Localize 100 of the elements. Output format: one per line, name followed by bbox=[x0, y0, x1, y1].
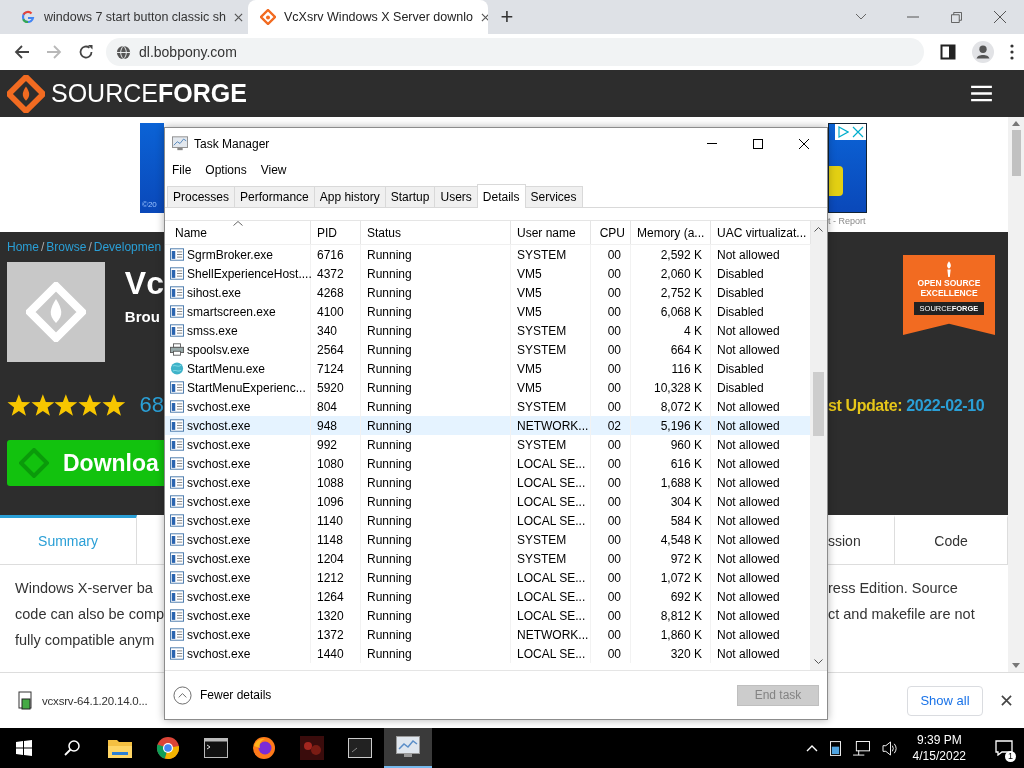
tab[interactable]: Processes bbox=[167, 186, 236, 207]
table-cell: 5,196 K bbox=[631, 416, 711, 435]
menu-icon[interactable] bbox=[971, 85, 992, 102]
table-cell: LOCAL SE... bbox=[511, 568, 591, 587]
window-icon bbox=[170, 267, 184, 280]
column-header[interactable]: User name bbox=[511, 221, 591, 244]
more-icon[interactable] bbox=[1010, 44, 1014, 60]
menu-item[interactable]: File bbox=[172, 163, 192, 177]
taskbar-app[interactable] bbox=[384, 728, 432, 768]
table-cell: NETWORK... bbox=[511, 416, 591, 435]
table-cell: Running bbox=[361, 625, 511, 644]
show-all-button[interactable]: Show all bbox=[907, 685, 983, 716]
window-icon bbox=[170, 571, 184, 584]
column-header[interactable]: Status bbox=[361, 221, 511, 244]
tab[interactable]: Performance bbox=[234, 186, 315, 207]
description-text: ct and makefile are not bbox=[828, 605, 976, 624]
table-cell: LOCAL SE... bbox=[511, 587, 591, 606]
table-cell: 4100 bbox=[311, 302, 361, 321]
tab[interactable]: Users bbox=[434, 186, 478, 207]
fewer-details-button[interactable]: Fewer details bbox=[173, 685, 272, 705]
volume-icon[interactable] bbox=[881, 740, 899, 756]
window-icon bbox=[170, 647, 184, 660]
table-cell: 960 K bbox=[631, 435, 711, 454]
breadcrumb-link[interactable]: Browse bbox=[46, 240, 87, 254]
tab[interactable]: Startup bbox=[384, 186, 436, 207]
review-count[interactable]: 68 bbox=[139, 392, 164, 418]
window-icon bbox=[170, 628, 184, 641]
table-cell: 4372 bbox=[311, 264, 361, 283]
table-cell: 00 bbox=[591, 473, 631, 492]
chevron-down-icon[interactable] bbox=[855, 13, 867, 21]
breadcrumb-link[interactable]: Developmen bbox=[93, 240, 162, 254]
process-name: svchost.exe bbox=[187, 532, 251, 547]
column-header[interactable]: Memory (a... bbox=[631, 221, 711, 244]
tab[interactable]: App history bbox=[313, 186, 386, 207]
column-header[interactable]: CPU bbox=[591, 221, 631, 244]
breadcrumb-link[interactable]: Home bbox=[7, 240, 39, 254]
play-icon[interactable] bbox=[837, 126, 849, 138]
scrollbar[interactable] bbox=[1008, 117, 1024, 672]
table-cell: Running bbox=[361, 473, 511, 492]
address-field[interactable]: dl.bobpony.com bbox=[106, 38, 924, 66]
tab[interactable]: Services bbox=[524, 186, 583, 207]
scroll-thumb[interactable] bbox=[813, 372, 824, 436]
back-icon[interactable] bbox=[14, 44, 30, 60]
scroll-down-icon[interactable] bbox=[1012, 663, 1020, 668]
window-icon bbox=[170, 476, 184, 489]
table-cell: 1440 bbox=[311, 644, 361, 663]
column-header[interactable]: PID bbox=[311, 221, 361, 244]
diamond-flame-icon bbox=[25, 282, 86, 342]
avatar-icon[interactable] bbox=[972, 41, 994, 63]
table-cell: 00 bbox=[591, 492, 631, 511]
download-file-name[interactable]: vcxsrv-64.1.20.14.0... bbox=[42, 694, 148, 707]
close-icon[interactable] bbox=[234, 12, 244, 22]
restore-icon[interactable] bbox=[951, 11, 962, 23]
table-cell: Running bbox=[361, 321, 511, 340]
column-header[interactable]: Name bbox=[165, 221, 311, 244]
table-cell: 00 bbox=[591, 549, 631, 568]
close-icon[interactable] bbox=[994, 11, 1006, 23]
chevron-up-icon[interactable] bbox=[805, 744, 818, 752]
scrollbar[interactable] bbox=[810, 221, 827, 670]
notification-button[interactable]: 1 bbox=[984, 728, 1024, 768]
search-icon bbox=[64, 740, 80, 756]
close-icon[interactable] bbox=[480, 12, 488, 22]
scroll-down-icon[interactable] bbox=[814, 659, 823, 664]
scroll-up-icon[interactable] bbox=[814, 227, 823, 232]
menu-item[interactable]: View bbox=[260, 163, 287, 177]
scroll-up-icon[interactable] bbox=[1012, 121, 1020, 126]
browser-tab[interactable]: windows 7 start button classic sh bbox=[8, 0, 248, 34]
table-cell: VM5 bbox=[511, 359, 591, 378]
clock-time: 9:39 PM bbox=[916, 732, 962, 748]
tab[interactable]: Details bbox=[476, 184, 526, 208]
globe-icon bbox=[170, 362, 184, 375]
table-cell: 1,688 K bbox=[631, 473, 711, 492]
side-panel-icon[interactable] bbox=[940, 44, 956, 60]
table-cell: 616 K bbox=[631, 454, 711, 473]
network-icon[interactable] bbox=[852, 740, 870, 756]
chrome-style-browser-icon bbox=[156, 736, 180, 760]
process-name: svchost.exe bbox=[187, 608, 251, 623]
new-tab-button[interactable]: + bbox=[492, 0, 522, 34]
table-cell: 304 K bbox=[631, 492, 711, 511]
reload-icon[interactable] bbox=[78, 44, 94, 60]
table-cell: 00 bbox=[591, 625, 631, 644]
taskbar-clock[interactable]: 9:39 PM 4/15/2022 bbox=[912, 732, 966, 764]
ad-report-link[interactable]: t - Report bbox=[828, 216, 867, 226]
table-cell: 1088 bbox=[311, 473, 361, 492]
site-logo-text[interactable]: SOURCEFORGE bbox=[51, 79, 247, 108]
window-title: Task Manager bbox=[194, 136, 270, 151]
table-cell: Running bbox=[361, 606, 511, 625]
close-icon[interactable] bbox=[1001, 695, 1012, 706]
description-text: Windows X-server ba bbox=[15, 579, 154, 598]
table-cell: 972 K bbox=[631, 549, 711, 568]
process-name: svchost.exe bbox=[187, 456, 251, 471]
table-cell: 1,860 K bbox=[631, 625, 711, 644]
table-row[interactable]: svchost.exe 948 Running NETWORK... 02 5,196 K Not allowed bbox=[165, 416, 810, 435]
menu-item[interactable]: Options bbox=[205, 163, 247, 177]
diamond-logo-icon bbox=[7, 74, 45, 113]
scroll-thumb[interactable] bbox=[1011, 130, 1021, 176]
battery-icon[interactable] bbox=[829, 740, 841, 756]
table-cell: 948 bbox=[311, 416, 361, 435]
table-cell: 664 K bbox=[631, 340, 711, 359]
browser-tab[interactable]: VcXsrv Windows X Server downlo bbox=[248, 0, 488, 34]
